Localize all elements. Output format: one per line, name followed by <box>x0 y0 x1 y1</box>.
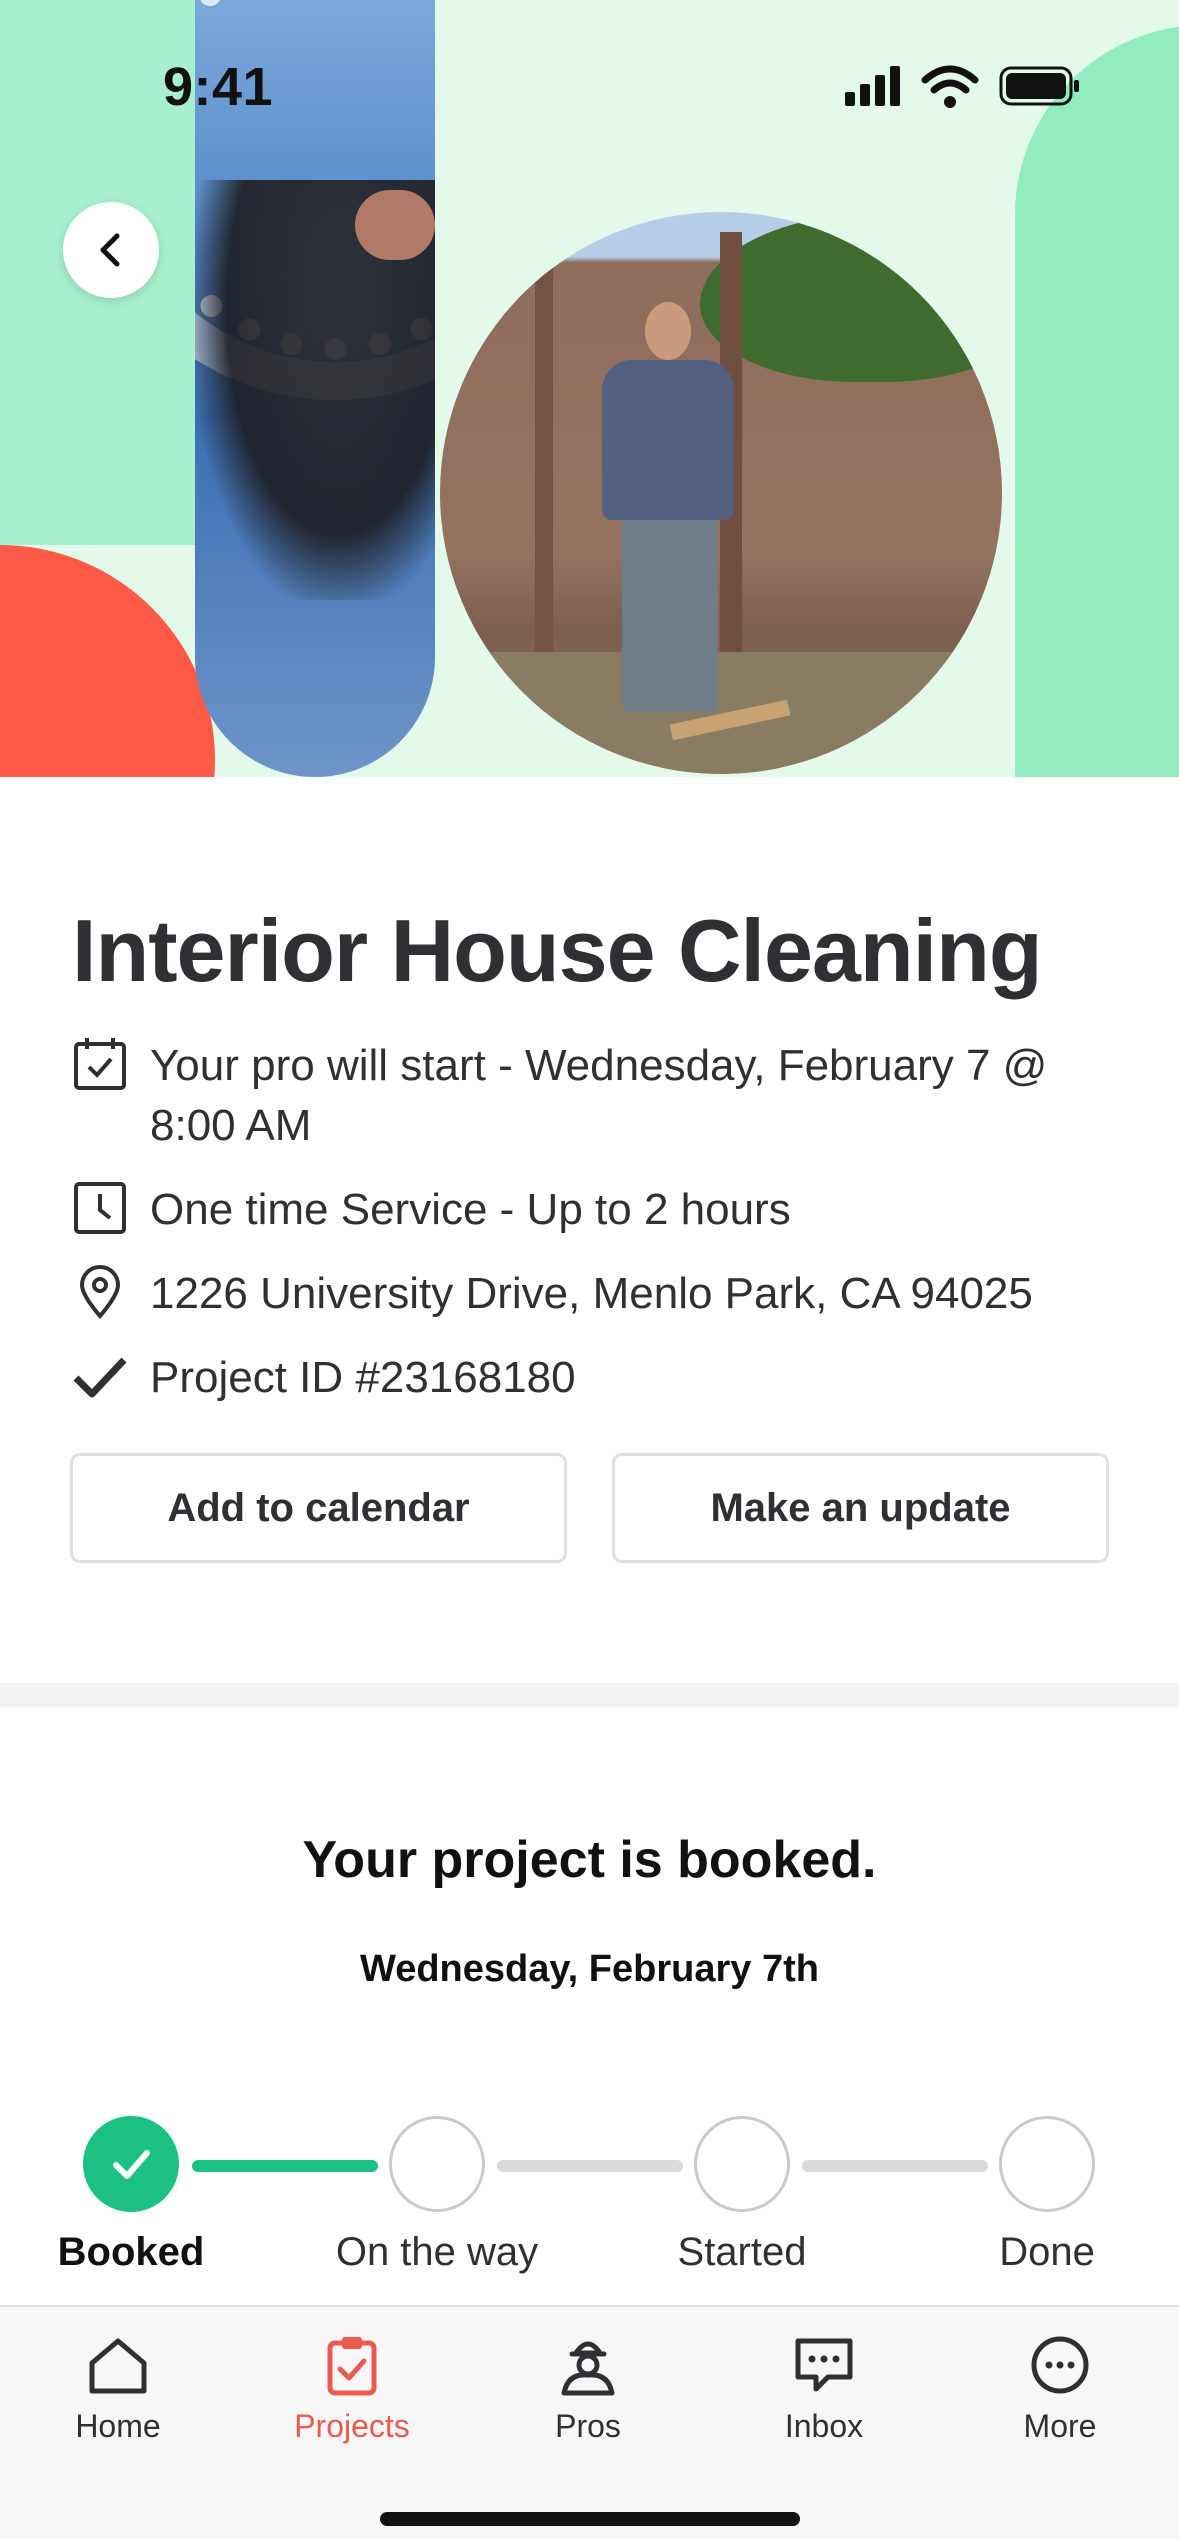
signal-icon <box>845 66 900 106</box>
booking-headline: Your project is booked. <box>302 1831 877 1889</box>
step-on-the-way-indicator <box>389 2116 485 2212</box>
checkmark-icon <box>72 1348 128 1404</box>
section-divider <box>0 1683 1179 1707</box>
status-time: 9:41 <box>163 57 274 117</box>
step-booked-indicator <box>83 2116 179 2212</box>
home-icon <box>83 2330 153 2400</box>
chevron-left-icon <box>100 233 120 267</box>
pro-person-icon <box>553 2330 623 2400</box>
detail-start-time: Your pro will start - Wednesday, Februar… <box>72 1036 1112 1156</box>
step-connector <box>802 2160 988 2172</box>
tab-home[interactable]: Home <box>18 2330 218 2450</box>
chat-bubble-icon <box>789 2330 859 2400</box>
clock-icon <box>72 1180 128 1236</box>
calendar-check-icon <box>72 1036 128 1092</box>
decorative-shape <box>1015 25 1179 777</box>
battery-icon <box>999 66 1079 106</box>
detail-service: One time Service - Up to 2 hours <box>72 1180 1112 1240</box>
tab-label: Pros <box>555 2408 621 2444</box>
step-label: Started <box>677 2230 807 2274</box>
page-title: Interior House Cleaning <box>72 901 1043 1000</box>
step-started-indicator <box>694 2116 790 2212</box>
step-label: Done <box>999 2230 1095 2274</box>
detail-text: 1226 University Drive, Menlo Park, CA 94… <box>150 1269 1033 1318</box>
detail-text: Project ID #23168180 <box>150 1353 576 1402</box>
detail-text: One time Service - Up to 2 hours <box>150 1185 791 1234</box>
booking-date: Wednesday, February 7th <box>360 1948 819 1990</box>
pro-portrait-photo <box>440 212 1002 774</box>
add-to-calendar-button[interactable]: Add to calendar <box>70 1453 567 1563</box>
home-indicator <box>380 2512 800 2526</box>
more-dots-icon <box>1025 2330 1095 2400</box>
wifi-icon <box>921 65 979 108</box>
tab-pros[interactable]: Pros <box>488 2330 688 2450</box>
step-connector <box>497 2160 683 2172</box>
detail-text: Your pro will start - Wednesday, Februar… <box>150 1041 1048 1150</box>
map-pin-icon <box>72 1264 128 1320</box>
make-update-button[interactable]: Make an update <box>612 1453 1109 1563</box>
clipboard-check-icon <box>317 2330 387 2400</box>
tab-label: Projects <box>294 2408 410 2444</box>
status-icons <box>845 64 1080 108</box>
tab-label: Inbox <box>784 2408 864 2444</box>
detail-address: 1226 University Drive, Menlo Park, CA 94… <box>72 1264 1112 1324</box>
step-done-indicator <box>999 2116 1095 2212</box>
step-label: On the way <box>335 2230 539 2274</box>
decorative-shape <box>0 545 215 777</box>
tab-label: Home <box>75 2408 161 2444</box>
step-label: Booked <box>57 2230 205 2274</box>
checkmark-icon <box>113 2150 150 2179</box>
tab-label: More <box>1023 2408 1097 2444</box>
step-connector <box>192 2160 378 2172</box>
tab-more[interactable]: More <box>960 2330 1160 2450</box>
tab-inbox[interactable]: Inbox <box>724 2330 924 2450</box>
detail-project-id: Project ID #23168180 <box>72 1348 1112 1408</box>
tab-projects[interactable]: Projects <box>252 2330 452 2450</box>
back-button[interactable] <box>63 202 159 298</box>
